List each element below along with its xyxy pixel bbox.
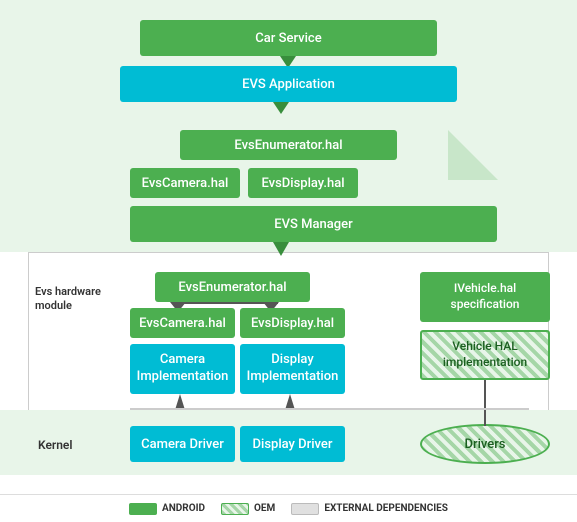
diagram-container: Car Service EVS Application EvsEnumerato…: [0, 0, 577, 522]
kernel-text: Kernel: [38, 438, 73, 452]
camera-impl-block: Camera Implementation: [130, 344, 235, 394]
evs-display-top-label: EvsDisplay.hal: [261, 176, 344, 191]
camera-driver-block: Camera Driver: [130, 426, 235, 462]
evs-display-inner-label: EvsDisplay.hal: [251, 316, 334, 331]
evs-display-top-block: EvsDisplay.hal: [248, 168, 358, 198]
vehicle-hal-block: Vehicle HAL implementation: [420, 330, 550, 380]
display-driver-label: Display Driver: [253, 437, 333, 452]
evs-hardware-label: Evs hardware module: [35, 285, 105, 314]
car-service-block: Car Service: [140, 20, 437, 56]
oem-swatch: [221, 503, 249, 515]
ivehicle-block: IVehicle.hal specification: [420, 272, 550, 322]
oem-legend-label: OEM: [254, 503, 275, 514]
drivers-label: Drivers: [464, 437, 505, 452]
evs-camera-inner-block: EvsCamera.hal: [130, 308, 235, 338]
kernel-label: Kernel: [38, 438, 73, 452]
vehicle-hal-label: Vehicle HAL implementation: [422, 339, 548, 370]
drivers-block: Drivers: [420, 424, 550, 464]
legend-android: ANDROID: [129, 503, 205, 515]
camera-impl-label: Camera Implementation: [130, 352, 235, 386]
evs-display-inner-block: EvsDisplay.hal: [240, 308, 345, 338]
camera-driver-label: Camera Driver: [141, 437, 224, 452]
enum-branch-line: [178, 302, 278, 304]
evs-manager-block: EVS Manager: [130, 206, 497, 242]
legend-external: EXTERNAL DEPENDENCIES: [291, 503, 448, 515]
evs-application-label: EVS Application: [242, 77, 335, 92]
evs-manager-label: EVS Manager: [274, 217, 352, 232]
display-driver-block: Display Driver: [240, 426, 345, 462]
evs-application-block: EVS Application: [120, 66, 457, 102]
evs-camera-inner-label: EvsCamera.hal: [139, 316, 226, 331]
evs-enumerator-top-block: EvsEnumerator.hal: [180, 130, 397, 160]
evs-camera-top-label: EvsCamera.hal: [142, 176, 229, 191]
android-legend-label: ANDROID: [162, 503, 205, 514]
ivehicle-connector-v: [484, 380, 486, 426]
evs-enumerator-top-label: EvsEnumerator.hal: [234, 138, 342, 153]
display-impl-label: Display Implementation: [240, 352, 345, 386]
external-legend-label: EXTERNAL DEPENDENCIES: [324, 503, 448, 514]
arrow-manager-down: [273, 242, 289, 256]
evs-enumerator-inner-label: EvsEnumerator.hal: [178, 280, 286, 295]
car-service-label: Car Service: [255, 31, 321, 46]
android-swatch: [129, 503, 157, 515]
legend-oem: OEM: [221, 503, 275, 515]
evs-camera-top-block: EvsCamera.hal: [130, 168, 240, 198]
external-swatch: [291, 503, 319, 515]
display-impl-block: Display Implementation: [240, 344, 345, 394]
ivehicle-label: IVehicle.hal specification: [420, 281, 550, 312]
legend: ANDROID OEM EXTERNAL DEPENDENCIES: [0, 494, 577, 522]
arrow-evs-to-hals: [273, 102, 289, 114]
evs-hardware-module-text: Evs hardware module: [35, 285, 101, 312]
evs-enumerator-inner-block: EvsEnumerator.hal: [155, 272, 310, 302]
right-connector: [350, 408, 529, 410]
